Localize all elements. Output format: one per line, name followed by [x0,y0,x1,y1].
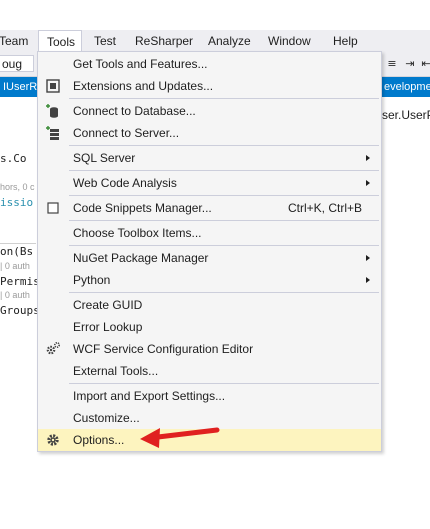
menu-item-web-code-analysis[interactable]: Web Code Analysis [38,172,381,194]
menu-item-label: Connect to Database... [73,104,196,118]
submenu-arrow-icon [366,155,370,161]
gears-icon [46,341,61,355]
menu-item-customize[interactable]: Customize... [38,407,381,429]
gear-icon [47,434,59,446]
menu-item-label: Get Tools and Features... [73,57,208,71]
menu-item-choose-toolbox-items[interactable]: Choose Toolbox Items... [38,222,381,244]
menu-item-code-snippets-manager[interactable]: Code Snippets Manager... Ctrl+K, Ctrl+B [38,197,381,219]
menu-item-label: SQL Server [73,151,136,165]
menu-tools[interactable]: Tools [38,30,82,52]
codelens-info: hors, 0 c [0,182,35,192]
menu-item-label: Extensions and Updates... [73,79,214,93]
menu-item-shortcut: Ctrl+K, Ctrl+B [288,201,363,215]
menu-item-get-tools-and-features[interactable]: Get Tools and Features... [38,53,381,75]
menu-item-label: Error Lookup [73,320,143,334]
menu-item-wcf-service-configuration-editor[interactable]: WCF Service Configuration Editor [38,338,381,360]
menu-separator [69,145,379,146]
server-icon [46,126,59,140]
menu-analyze[interactable]: Analyze [208,30,251,52]
menu-item-label: Create GUID [73,298,143,312]
menu-item-python[interactable]: Python [38,269,381,291]
menu-separator [69,245,379,246]
solution-config-combo[interactable]: oug [0,55,34,72]
code-line: on(Bs [0,245,34,258]
menu-help[interactable]: Help [333,30,358,52]
menu-window[interactable]: Window [268,30,311,52]
menu-item-external-tools[interactable]: External Tools... [38,360,381,382]
menu-separator [69,195,379,196]
tab-iuserrepository[interactable]: IUserR [0,77,39,97]
menu-item-nuget-package-manager[interactable]: NuGet Package Manager [38,247,381,269]
menu-item-label: External Tools... [73,364,159,378]
menu-resharper[interactable]: ReSharper [135,30,193,52]
codelens-info: | 0 auth [0,261,30,271]
menu-item-create-guid[interactable]: Create GUID [38,294,381,316]
menu-item-connect-to-database[interactable]: Connect to Database... [38,100,381,122]
menu-item-label: Customize... [73,411,140,425]
menu-item-label: NuGet Package Manager [73,251,209,265]
code-line: issio [0,196,34,209]
menu-item-label: Code Snippets Manager... [73,201,212,215]
submenu-arrow-icon [366,180,370,186]
tools-dropdown-menu: Get Tools and Features... Extensions and… [37,51,382,452]
database-icon [46,104,58,118]
menu-bar: Team Tools Test ReSharper Analyze Window… [0,30,430,52]
snippet-icon [47,202,59,214]
menu-separator [69,170,379,171]
menu-item-label: WCF Service Configuration Editor [73,342,254,356]
menu-item-label: Web Code Analysis [73,176,177,190]
menu-item-error-lookup[interactable]: Error Lookup [38,316,381,338]
file-path-label: ser.UserP [382,108,430,122]
menu-item-label: Options... [73,433,125,447]
indent-icon[interactable]: ⇥ [402,56,418,72]
menu-item-connect-to-server[interactable]: Connect to Server... [38,122,381,144]
menu-item-label: Import and Export Settings... [73,389,226,403]
code-editor[interactable]: s.Co hors, 0 c issio on(Bs | 0 auth Perm… [0,97,40,529]
menu-separator [69,98,379,99]
outdent-icon[interactable]: ⇤ [418,56,430,72]
tab-development[interactable]: evelopmen [382,77,430,97]
menu-item-label: Choose Toolbox Items... [73,226,202,240]
menu-separator [69,292,379,293]
align-icon[interactable]: ≡ [384,56,400,72]
menu-item-label: Python [73,273,111,287]
submenu-arrow-icon [366,277,370,283]
menu-item-import-and-export-settings[interactable]: Import and Export Settings... [38,385,381,407]
submenu-arrow-icon [366,255,370,261]
menu-separator [69,220,379,221]
code-line: Groups [0,304,40,317]
codelens-info: | 0 auth [0,290,30,300]
menu-separator [69,383,379,384]
code-line: s.Co [0,152,27,165]
menu-item-options[interactable]: Options... [38,429,381,451]
editor-divider [0,243,36,244]
code-line: Permis [0,275,40,288]
menu-item-label: Connect to Server... [73,126,180,140]
menu-team[interactable]: Team [0,30,28,52]
menu-item-extensions-and-updates[interactable]: Extensions and Updates... [38,75,381,97]
extensions-icon [46,79,60,93]
menu-item-sql-server[interactable]: SQL Server [38,147,381,169]
menu-test[interactable]: Test [94,30,116,52]
